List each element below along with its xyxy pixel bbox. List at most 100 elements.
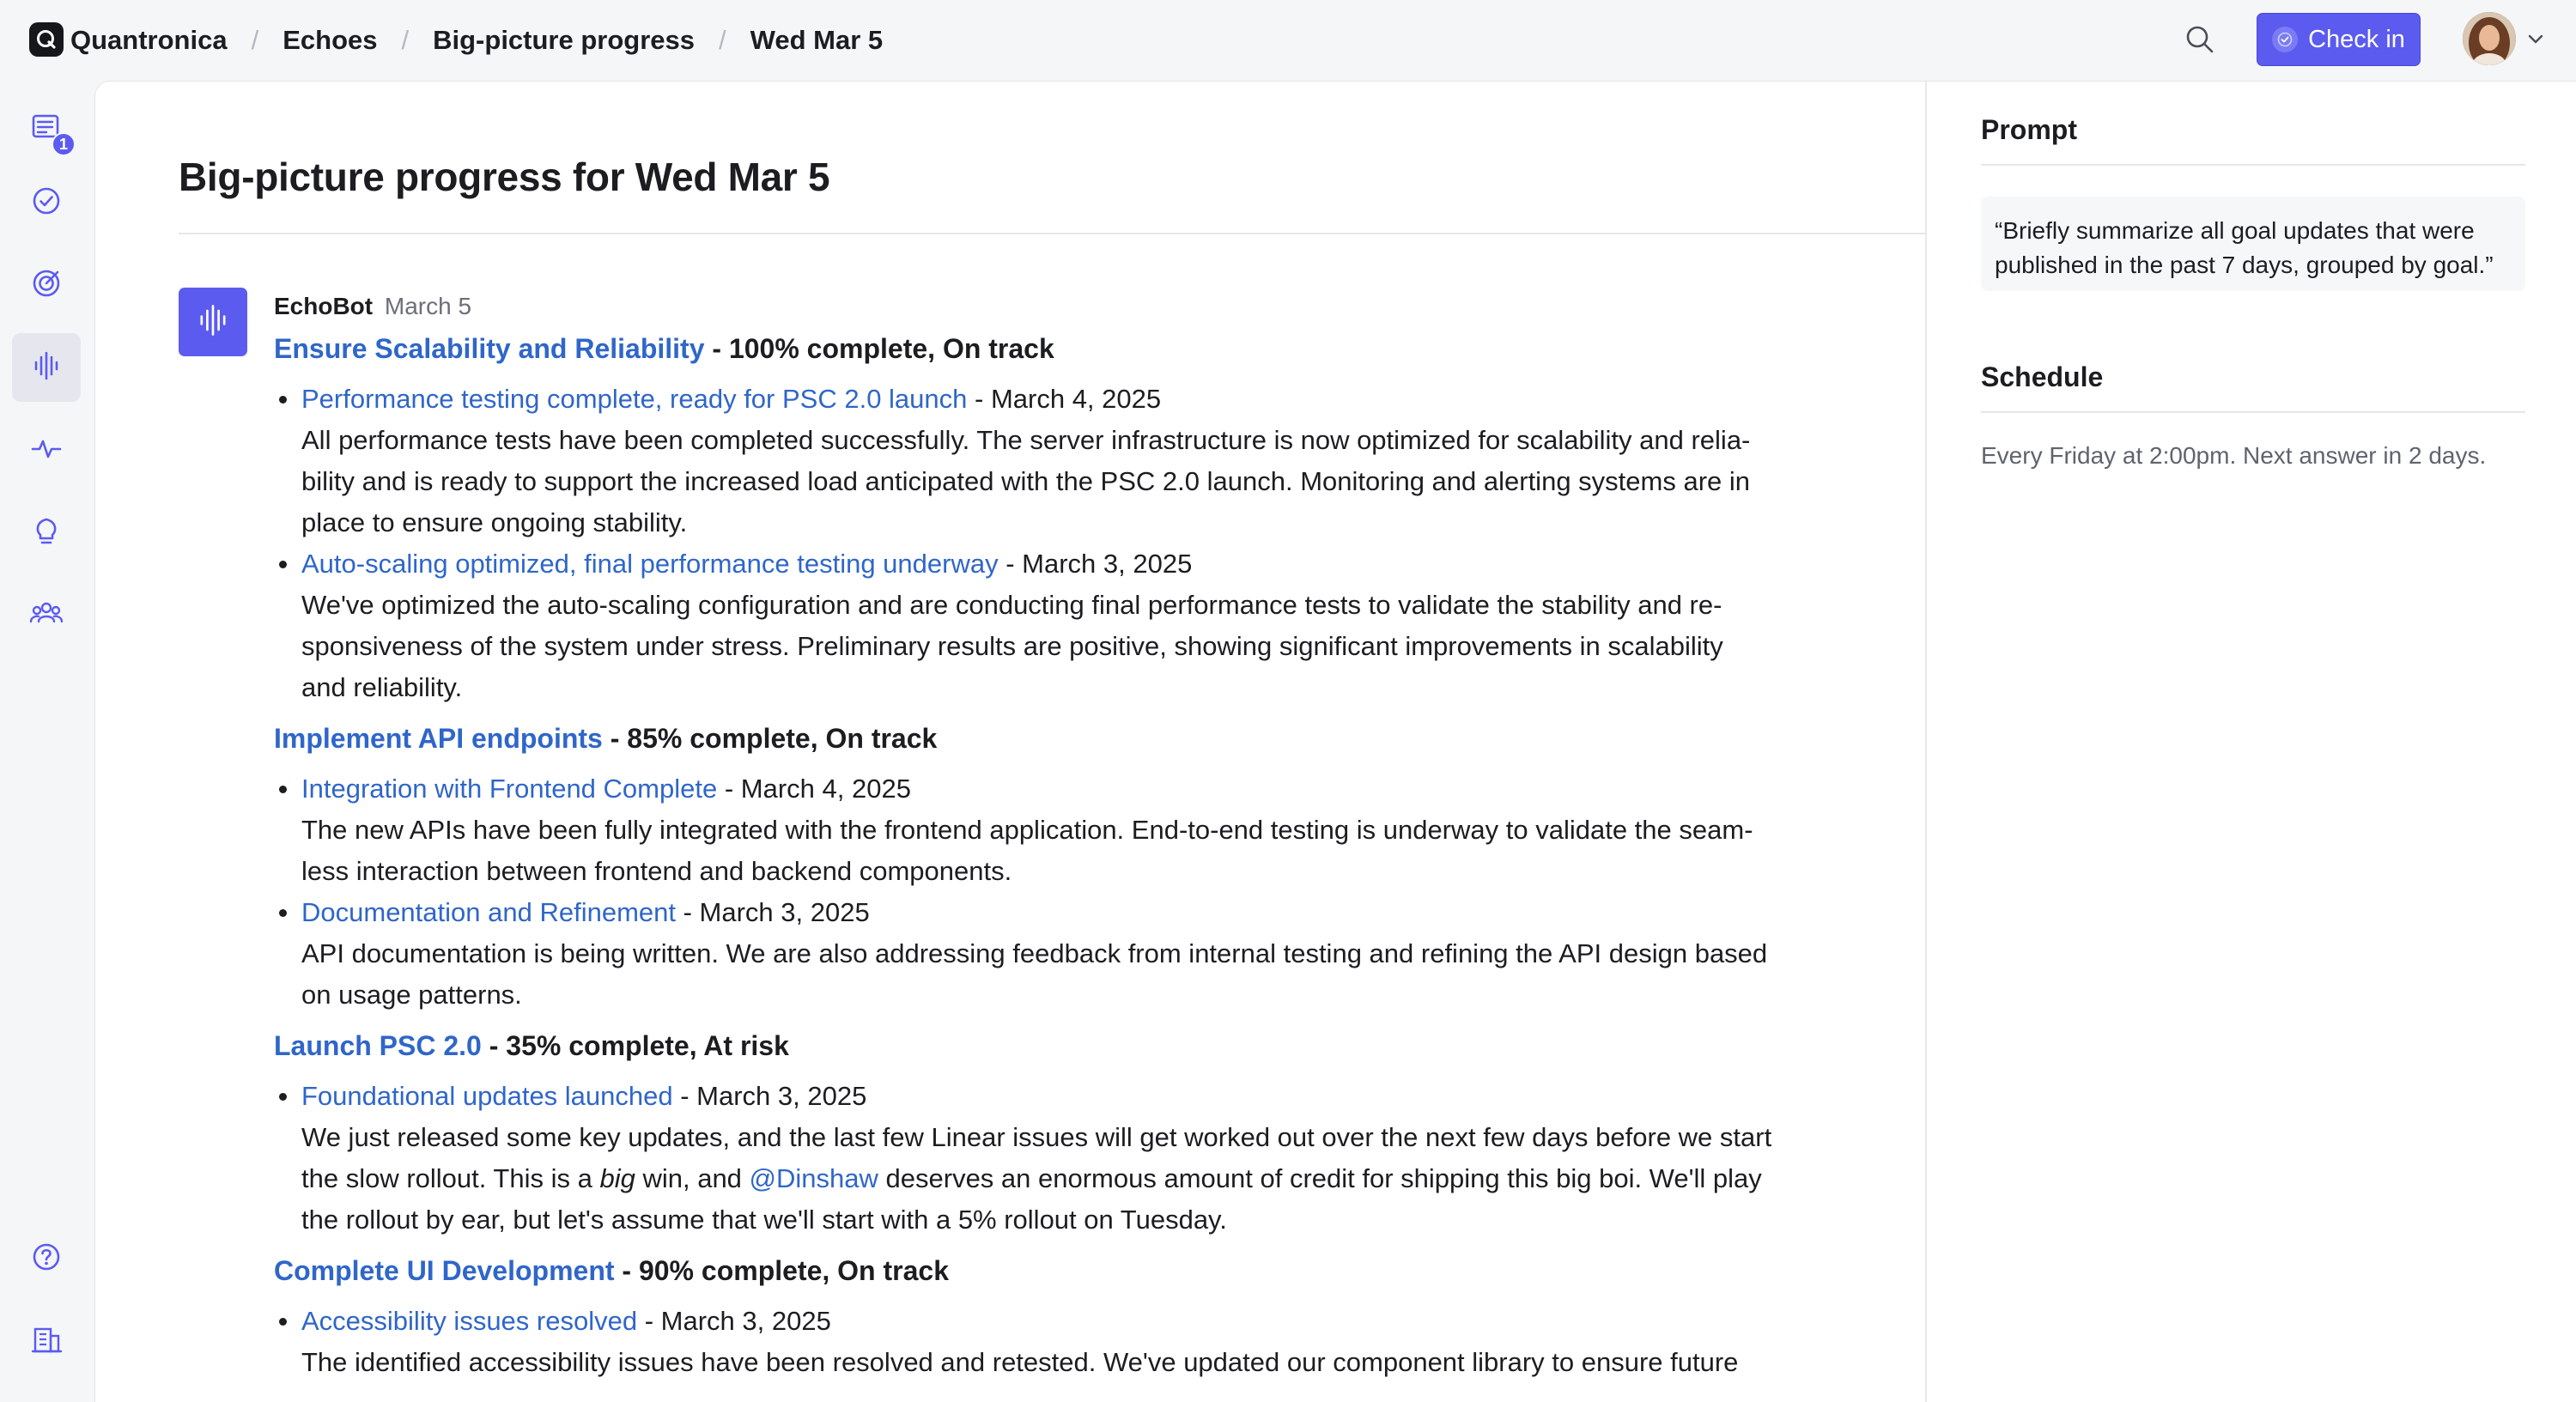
update-list: Accessibility issues resolved - March 3,…	[274, 1301, 1931, 1383]
breadcrumb-separator: /	[719, 25, 726, 55]
update-link[interactable]: Auto-scaling optimized, final performanc…	[301, 549, 999, 579]
update-date: - March 4, 2025	[967, 384, 1162, 414]
goal-heading: Complete UI Development - 90% complete, …	[274, 1249, 1931, 1292]
update-body-line: We just released some key updates, and t…	[301, 1122, 1772, 1152]
prompt-text: “Briefly summarize all goal updates that…	[1981, 197, 2525, 291]
update-body-line: API documentation is being written. We a…	[301, 938, 1768, 968]
list-item: Foundational updates launched - March 3,…	[274, 1076, 1931, 1241]
goal-status: - 35% complete, At risk	[481, 1030, 789, 1061]
update-body-line: bility and is ready to support the incre…	[301, 466, 1751, 496]
post-author[interactable]: EchoBot	[274, 293, 373, 319]
update-text: win, and	[635, 1163, 750, 1193]
pulse-icon	[29, 431, 64, 470]
nav-check-ins[interactable]	[12, 168, 81, 237]
echobot-avatar	[179, 288, 247, 356]
list-item: Accessibility issues resolved - March 3,…	[274, 1301, 1931, 1383]
update-body-line: All performance tests have been complete…	[301, 425, 1751, 455]
update-body-line: The identified accessibility issues have…	[301, 1347, 1739, 1377]
goal-status: - 90% complete, On track	[614, 1255, 949, 1286]
goal-heading: Launch PSC 2.0 - 35% complete, At risk	[274, 1024, 1931, 1067]
prompt-divider	[1981, 164, 2525, 166]
goal-heading: Ensure Scalability and Reliability - 100…	[274, 327, 1931, 370]
nav-ideas[interactable]	[12, 498, 81, 567]
search-icon[interactable]	[2181, 21, 2219, 58]
update-date: - March 3, 2025	[998, 549, 1193, 579]
goal-link[interactable]: Complete UI Development	[274, 1255, 615, 1286]
update-link[interactable]: Performance testing complete, ready for …	[301, 384, 967, 414]
breadcrumb-current: Wed Mar 5	[750, 25, 884, 55]
user-mention[interactable]: @Dinshaw	[750, 1163, 878, 1193]
update-date: - March 3, 2025	[675, 897, 870, 927]
nav-people[interactable]	[12, 580, 81, 649]
breadcrumb-separator: /	[251, 25, 259, 55]
avatar[interactable]	[2463, 12, 2516, 65]
update-link[interactable]: Integration with Frontend Complete	[301, 774, 717, 804]
echo-post: EchoBot March 5 Ensure Scalability and R…	[274, 288, 1931, 1383]
update-emphasis: big	[599, 1163, 635, 1193]
update-link[interactable]: Documentation and Refinement	[301, 897, 676, 927]
nav-pulse[interactable]	[12, 416, 81, 484]
list-item: Integration with Frontend Complete - Mar…	[274, 768, 1931, 892]
title-divider	[179, 233, 1927, 234]
post-meta: EchoBot March 5	[274, 288, 1931, 325]
nav-echoes[interactable]	[12, 333, 81, 402]
echo-content: Big-picture progress for Wed Mar 5 EchoB…	[179, 82, 1927, 1402]
update-link[interactable]: Foundational updates launched	[301, 1081, 673, 1111]
update-list: Integration with Frontend Complete - Mar…	[274, 768, 1931, 1016]
left-nav-rail: 1	[0, 81, 94, 1402]
goal-section: Launch PSC 2.0 - 35% complete, At risk F…	[274, 1024, 1931, 1241]
waveform-icon	[29, 349, 64, 387]
list-item: Documentation and Refinement - March 3, …	[274, 892, 1931, 1016]
breadcrumb-echo[interactable]: Big-picture progress	[433, 25, 695, 56]
lightbulb-icon	[29, 513, 64, 552]
waveform-icon	[194, 301, 232, 343]
nav-help[interactable]	[12, 1224, 81, 1293]
check-in-label: Check in	[2308, 25, 2405, 53]
update-link[interactable]: Accessibility issues resolved	[301, 1306, 637, 1336]
check-circle-icon	[29, 184, 64, 222]
nav-inbox[interactable]: 1	[12, 94, 81, 163]
update-date: - March 3, 2025	[637, 1306, 831, 1336]
update-text: the slow rollout. This is a	[301, 1163, 600, 1193]
goal-section: Ensure Scalability and Reliability - 100…	[274, 327, 1931, 708]
breadcrumb: Quantronica / Echoes / Big-picture progr…	[70, 0, 883, 81]
building-icon	[29, 1322, 64, 1361]
top-bar: Quantronica / Echoes / Big-picture progr…	[0, 0, 2576, 81]
breadcrumb-workspace[interactable]: Quantronica	[70, 25, 228, 56]
update-body-line: on usage patterns.	[301, 980, 522, 1010]
update-body-line: less interaction between frontend and ba…	[301, 856, 1012, 886]
prompt-heading: Prompt	[1981, 114, 2077, 145]
update-list: Foundational updates launched - March 3,…	[274, 1076, 1931, 1241]
breadcrumb-separator: /	[401, 25, 410, 55]
page-title: Big-picture progress for Wed Mar 5	[179, 155, 830, 199]
update-body-line: and reliability.	[301, 672, 463, 702]
goal-status: - 100% complete, On track	[704, 333, 1054, 364]
main-panel: Big-picture progress for Wed Mar 5 EchoB…	[94, 81, 2576, 1402]
update-text: deserves an enormous amount of credit fo…	[878, 1163, 1762, 1193]
target-icon	[29, 266, 64, 305]
goal-status: - 85% complete, On track	[602, 723, 938, 754]
check-icon	[2272, 27, 2299, 52]
post-date: March 5	[384, 293, 472, 319]
goal-link[interactable]: Launch PSC 2.0	[274, 1030, 482, 1061]
update-body-line: sponsiveness of the system under stress.…	[301, 631, 1723, 661]
update-body-line: The new APIs have been fully integrated …	[301, 815, 1753, 845]
goal-link[interactable]: Implement API endpoints	[274, 723, 603, 754]
breadcrumb-echoes[interactable]: Echoes	[283, 25, 377, 56]
schedule-heading: Schedule	[1981, 361, 2104, 392]
schedule-divider	[1981, 411, 2525, 413]
goal-link[interactable]: Ensure Scalability and Reliability	[274, 333, 705, 364]
nav-goals[interactable]	[12, 251, 81, 319]
update-body-line: the rollout by ear, but let's assume tha…	[301, 1205, 1227, 1235]
chevron-down-icon[interactable]	[2523, 26, 2549, 52]
list-item: Auto-scaling optimized, final performanc…	[274, 543, 1931, 708]
q-logo-icon[interactable]	[29, 22, 64, 57]
update-body-line: We've optimized the auto-scaling configu…	[301, 590, 1722, 620]
list-item: Performance testing complete, ready for …	[274, 379, 1931, 543]
update-date: - March 3, 2025	[672, 1081, 867, 1111]
check-in-button[interactable]: Check in	[2257, 13, 2421, 66]
people-icon	[29, 596, 64, 634]
goal-section: Implement API endpoints - 85% complete, …	[274, 717, 1931, 1016]
inbox-badge: 1	[52, 132, 76, 156]
nav-organization[interactable]	[12, 1307, 81, 1375]
